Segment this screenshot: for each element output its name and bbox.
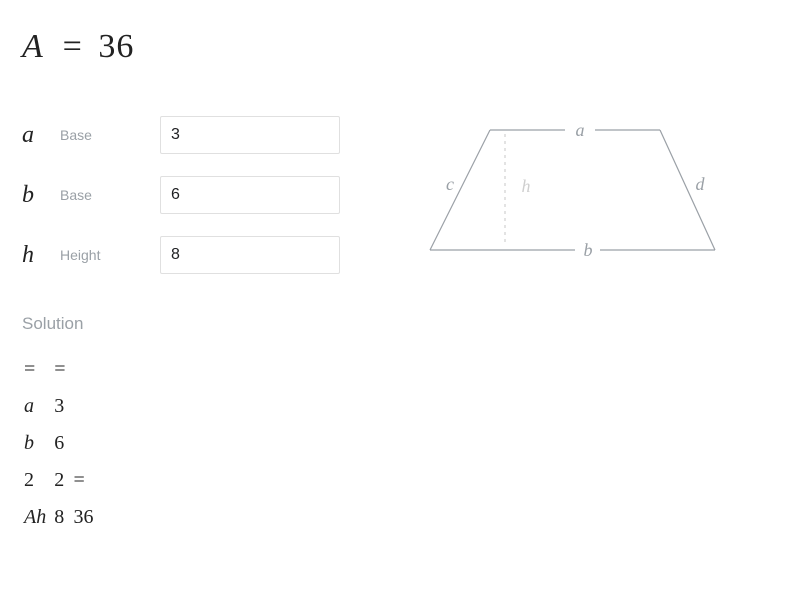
solution-cell: 6 [54, 428, 71, 463]
param-h-symbol: h [22, 242, 50, 269]
solution-cell: = [54, 354, 71, 389]
solution-cell: 2 [54, 465, 71, 500]
param-a-label: Base [60, 127, 150, 143]
solution-cell: = [74, 465, 100, 500]
solution-steps: = = a 3 b 6 2 2 = Ah 8 36 [22, 352, 102, 539]
solution-heading: Solution [22, 314, 780, 334]
trapezoid-diagram: a c d b h [400, 110, 730, 270]
solution-cell: b [24, 428, 52, 463]
diagram-label-a: a [576, 120, 585, 140]
solution-row: 2 2 = [24, 465, 100, 500]
solution-cell: 36 [74, 502, 100, 537]
solution-cell: a [24, 391, 52, 426]
solution-row: a 3 [24, 391, 100, 426]
solution-cell: 8 [54, 502, 71, 537]
result-value: 36 [98, 28, 134, 65]
param-b-label: Base [60, 187, 150, 203]
param-b-symbol: b [22, 182, 50, 209]
solution-cell: = [24, 354, 52, 389]
solution-row: b 6 [24, 428, 100, 463]
diagram-label-c: c [446, 174, 454, 194]
solution-cell: 2 [24, 465, 52, 500]
param-h-label: Height [60, 247, 150, 263]
param-h-input[interactable] [160, 236, 340, 274]
solution-cell [74, 354, 100, 389]
diagram-label-b: b [584, 240, 593, 260]
result-symbol: A [22, 28, 43, 65]
equals-sign: = [63, 28, 83, 65]
param-a-symbol: a [22, 122, 50, 149]
param-a-input[interactable] [160, 116, 340, 154]
param-b-input[interactable] [160, 176, 340, 214]
solution-cell: Ah [24, 502, 52, 537]
solution-cell [74, 428, 100, 463]
result-equation: A = 36 [22, 28, 780, 66]
solution-cell: 3 [54, 391, 71, 426]
diagram-label-h: h [522, 176, 531, 196]
solution-cell [74, 391, 100, 426]
diagram-label-d: d [696, 174, 706, 194]
solution-row: = = [24, 354, 100, 389]
solution-row: Ah 8 36 [24, 502, 100, 537]
parameters-grid: a Base b Base h Height [22, 116, 340, 274]
